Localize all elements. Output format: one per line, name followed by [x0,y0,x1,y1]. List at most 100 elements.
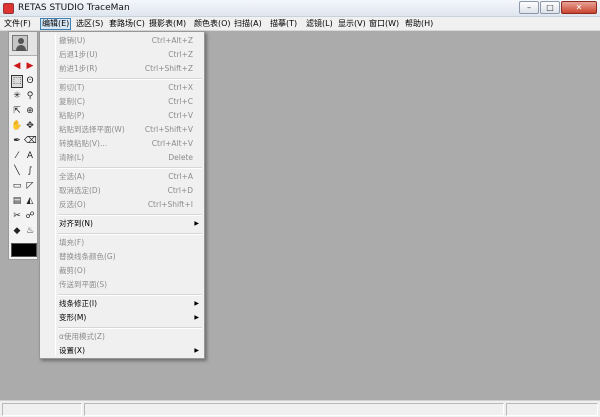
arrow-right-red-icon[interactable]: ▶ [24,60,36,73]
menu-item-shortcut: Ctrl+A [168,172,193,181]
menu-item-shortcut: Ctrl+D [167,186,193,195]
edit-menu-dropdown: 撤销(U) Ctrl+Alt+Z 后退1步(U) Ctrl+Z 前进1步(R) Ctrl+… [39,31,205,359]
edit-menu-item[interactable]: 替换线条颜色(G) [42,250,202,264]
edit-menu-item[interactable]: 线条修正(I) ▶ [42,297,202,311]
menu-item-shortcut: Ctrl+Shift+I [147,200,193,209]
edit-menu-item[interactable]: 粘贴到选择平面(W) Ctrl+Shift+V [42,123,202,137]
curve-icon[interactable]: ∫ [24,165,36,178]
text-icon[interactable]: A [24,150,36,163]
edit-menu-item[interactable]: 反选(O) Ctrl+Shift+I [42,198,202,212]
knife-icon[interactable]: ✂ [11,210,23,223]
edit-menu-item[interactable]: 剪切(T) Ctrl+X [42,81,202,95]
edit-menu-item[interactable]: 复制(C) Ctrl+C [42,95,202,109]
edit-menu-item[interactable]: 粘贴(P) Ctrl+V [42,109,202,123]
submenu-arrow-icon: ▶ [194,220,199,227]
app-icon [3,3,14,14]
menu-separator [58,214,202,216]
drop-icon[interactable]: ♨ [24,225,36,238]
menu-item-11[interactable]: 帮助(H) [404,18,434,30]
rect-select-icon[interactable]: ⬚ [11,75,23,88]
menu-item-10[interactable]: 窗口(W) [368,18,400,30]
line-icon[interactable]: ╲ [11,165,23,178]
menu-item-label: 清除(L) [59,153,85,162]
menu-item-label: α使用模式(Z) [59,332,105,341]
menu-separator [58,294,202,296]
color-swatch[interactable] [11,243,37,257]
menu-separator [58,233,202,235]
edit-menu-item[interactable]: 取消选定(D) Ctrl+D [42,184,202,198]
select-pointer-icon[interactable]: ⇱ [11,105,23,118]
menu-item-label: 填充(F) [59,238,85,247]
user-icon[interactable] [12,35,28,51]
edit-menu-item[interactable]: 设置(X) ▶ [42,344,202,358]
edit-menu-item[interactable]: 后退1步(U) Ctrl+Z [42,48,202,62]
menu-item-2[interactable]: 选区(S) [75,18,104,30]
lasso-icon[interactable]: ʘ [24,75,36,88]
edit-menu-item[interactable]: 填充(F) [42,236,202,250]
submenu-arrow-icon: ▶ [194,347,199,354]
menu-item-label: 线条修正(I) [59,299,98,308]
edit-menu-item[interactable]: 清除(L) Delete [42,151,202,165]
status-cell [84,403,504,416]
menu-item-label: 转换粘贴(V)... [59,139,108,148]
menu-bar: 文件(F) 编辑(E) 选区(S) 套路场(C) 摄影表(M) 颜色表(O) 扫描(A) 描摹… [0,17,600,31]
menu-item-label: 剪切(T) [59,83,85,92]
smudge-icon[interactable]: ☍ [24,210,36,223]
menu-item-label: 撤销(U) [59,36,86,45]
magic-wand-icon[interactable]: ✳ [11,90,23,103]
zoom-icon[interactable]: ⊕ [24,105,36,118]
menu-item-8[interactable]: 滤镜(L) [305,18,334,30]
menu-item-shortcut: Ctrl+Alt+V [151,139,193,148]
menu-item-7[interactable]: 描摹(T) [269,18,298,30]
menu-item-label: 全选(A) [59,172,85,181]
edit-menu-item[interactable]: 裁剪(O) [42,264,202,278]
status-cell [2,403,82,416]
edit-menu-item[interactable]: 对齐到(N) ▶ [42,217,202,231]
submenu-arrow-icon: ▶ [194,314,199,321]
menu-item-label: 裁剪(O) [59,266,86,275]
magnifier-icon[interactable]: ⚲ [24,90,36,103]
polygon-icon[interactable]: ◸ [24,180,36,193]
menu-item-6[interactable]: 扫描(A) [233,18,263,30]
menu-item-label: 反选(O) [59,200,86,209]
fill-icon[interactable]: ◭ [24,195,36,208]
edit-menu-item[interactable]: 撤销(U) Ctrl+Alt+Z [42,34,202,48]
edit-menu-item[interactable]: 传送到平面(S) [42,278,202,292]
status-bar [0,400,600,417]
menu-separator [58,78,202,80]
arrow-left-red-icon[interactable]: ◀ [11,60,23,73]
menu-item-shortcut: Ctrl+C [168,97,193,106]
close-button[interactable]: ✕ [561,1,597,14]
hand-icon[interactable]: ✋ [11,120,23,133]
gradient-icon[interactable]: ▤ [11,195,23,208]
menu-item-shortcut: Ctrl+Shift+Z [144,64,193,73]
edit-menu-item[interactable]: 全选(A) Ctrl+A [42,170,202,184]
eyedropper-icon[interactable]: ⁄ [11,150,23,163]
menu-item-4[interactable]: 摄影表(M) [148,18,187,30]
edit-menu-item[interactable]: 变形(M) ▶ [42,311,202,325]
status-cell [506,403,598,416]
menu-item-1[interactable]: 编辑(E) [40,18,72,30]
edit-menu-item[interactable]: α使用模式(Z) [42,330,202,344]
maximize-button[interactable]: □ [540,1,560,14]
edit-menu-item[interactable]: 前进1步(R) Ctrl+Shift+Z [42,62,202,76]
minimize-button[interactable]: – [519,1,539,14]
edit-menu-item[interactable]: 转换粘贴(V)... Ctrl+Alt+V [42,137,202,151]
menu-item-3[interactable]: 套路场(C) [108,18,146,30]
menu-item-label: 设置(X) [59,346,85,355]
menu-item-0[interactable]: 文件(F) [3,18,32,30]
menu-item-5[interactable]: 颜色表(O) [193,18,232,30]
menu-item-label: 变形(M) [59,313,87,322]
move-icon[interactable]: ✥ [24,120,36,133]
eraser-icon[interactable]: ⌫ [24,135,37,148]
bucket-icon[interactable]: ◆ [11,225,23,238]
pen-icon[interactable]: ✒ [11,135,23,148]
title-bar: RETAS STUDIO TraceMan – □ ✕ [0,0,600,17]
submenu-arrow-icon: ▶ [194,300,199,307]
rectangle-icon[interactable]: ▭ [11,180,23,193]
menu-item-label: 前进1步(R) [59,64,98,73]
menu-item-9[interactable]: 显示(V) [337,18,367,30]
menu-item-label: 对齐到(N) [59,219,93,228]
menu-item-shortcut: Ctrl+Alt+Z [151,36,193,45]
menu-item-shortcut: Delete [168,153,193,162]
